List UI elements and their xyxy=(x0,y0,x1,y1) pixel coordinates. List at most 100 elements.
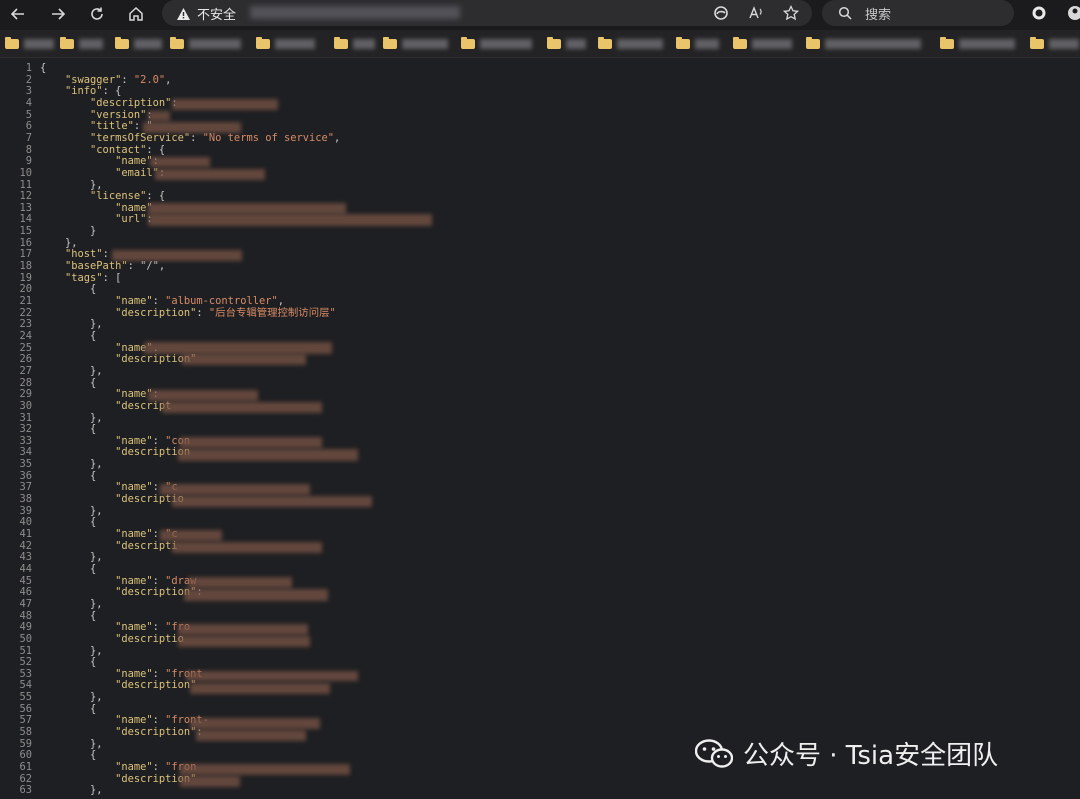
json-punct: { xyxy=(40,62,47,74)
bookmark-folder[interactable] xyxy=(676,37,719,51)
json-punct: { xyxy=(40,749,97,762)
bookmark-folder[interactable] xyxy=(5,37,54,51)
bookmark-folder[interactable] xyxy=(115,37,162,51)
bookmark-folder[interactable] xyxy=(383,37,448,51)
code-line: }, xyxy=(40,784,103,797)
profile-icon[interactable] xyxy=(1066,4,1080,22)
json-punct: : { xyxy=(102,85,122,98)
bookmarks-bar xyxy=(0,30,1080,58)
reload-icon[interactable] xyxy=(85,3,109,25)
json-string: "album-controller" xyxy=(165,295,278,307)
json-key: "name" xyxy=(40,574,153,587)
json-punct: }, xyxy=(40,784,103,797)
json-key: "name" xyxy=(40,761,153,773)
search-icon xyxy=(836,4,854,22)
json-punct: { xyxy=(40,283,97,296)
json-punct: : xyxy=(152,621,166,634)
json-punct: { xyxy=(40,469,97,482)
edge-icon[interactable] xyxy=(712,4,730,22)
json-key: "name" xyxy=(40,528,153,540)
json-key: "name" xyxy=(40,388,153,401)
json-punct: : xyxy=(152,761,166,773)
json-key: "description" xyxy=(40,772,197,785)
json-punct: : { xyxy=(146,190,166,203)
back-icon[interactable] xyxy=(6,3,30,25)
json-key: "name" xyxy=(40,341,153,354)
folder-icon xyxy=(5,37,19,49)
bookmark-folder[interactable] xyxy=(256,37,315,51)
home-icon[interactable] xyxy=(124,3,148,25)
watermark: 公众号 · Tsia安全团队 xyxy=(694,735,999,772)
folder-icon xyxy=(115,37,129,49)
json-punct: { xyxy=(40,562,97,575)
line-number: 1 xyxy=(25,62,32,74)
bookmark-folder[interactable] xyxy=(334,37,375,51)
line-number: 24 xyxy=(19,329,32,342)
line-number: 18 xyxy=(19,260,32,273)
json-key: "description" xyxy=(40,306,197,319)
folder-icon xyxy=(598,37,612,49)
json-punct: : { xyxy=(146,143,166,156)
json-punct: : xyxy=(152,714,166,727)
json-key: "descript xyxy=(40,399,172,412)
line-number: 10 xyxy=(19,166,32,179)
line-number: 38 xyxy=(19,493,32,506)
json-punct: { xyxy=(40,329,97,342)
folder-icon xyxy=(334,37,348,49)
json-punct: { xyxy=(40,656,97,669)
json-key: "name" xyxy=(40,155,153,168)
warning-icon xyxy=(176,6,191,25)
json-punct: } xyxy=(40,225,97,238)
extension-icon[interactable] xyxy=(1030,4,1048,22)
bookmark-folder[interactable] xyxy=(170,37,241,51)
read-aloud-icon[interactable] xyxy=(748,4,766,22)
json-key: "descripti xyxy=(40,539,178,552)
json-key: "url" xyxy=(40,213,147,226)
json-punct: : [ xyxy=(102,271,122,284)
bookmark-folder[interactable] xyxy=(733,37,792,51)
line-number: 15 xyxy=(19,225,32,238)
insecure-label: 不安全 xyxy=(197,8,237,23)
json-key: "description" xyxy=(40,679,197,692)
bookmark-folder[interactable] xyxy=(598,37,663,51)
line-number: 35 xyxy=(19,458,32,471)
json-key: "name" xyxy=(40,295,153,307)
json-key: "name" xyxy=(40,434,153,447)
bookmark-folder[interactable] xyxy=(461,37,532,51)
json-punct: }, xyxy=(40,691,103,704)
folder-icon xyxy=(676,37,690,49)
json-key: "name" xyxy=(40,201,153,214)
json-punct: : xyxy=(190,131,203,144)
folder-icon xyxy=(547,37,561,49)
forward-icon[interactable] xyxy=(46,3,70,25)
bookmark-folder[interactable] xyxy=(60,37,103,51)
line-number: 21 xyxy=(19,295,32,307)
url-text-redacted xyxy=(250,6,460,19)
json-key: "termsOfService" xyxy=(40,131,191,144)
json-punct: }, xyxy=(40,551,103,564)
json-punct: }, xyxy=(40,364,103,377)
bookmark-folder[interactable] xyxy=(806,37,921,51)
favorite-star-icon[interactable] xyxy=(782,4,800,22)
json-punct: }, xyxy=(40,178,103,191)
json-key: "name" xyxy=(40,714,153,727)
json-punct: { xyxy=(40,376,97,389)
json-key: "descriptio xyxy=(40,632,184,645)
line-number: 7 xyxy=(25,131,32,144)
watermark-text: 公众号 · Tsia安全团队 xyxy=(743,741,999,771)
json-string: "后台专辑管理控制访问层" xyxy=(208,306,336,319)
bookmark-folder[interactable] xyxy=(1030,37,1079,51)
json-key: "host" xyxy=(40,248,103,261)
bookmark-folder[interactable] xyxy=(547,37,586,51)
line-number: 30 xyxy=(19,399,32,412)
line-number: 50 xyxy=(19,632,32,645)
json-key: "basePath" xyxy=(40,260,128,273)
line-number: 4 xyxy=(25,96,32,109)
json-punct: { xyxy=(40,609,97,622)
json-key: "description" xyxy=(40,353,197,366)
json-key: "tags" xyxy=(40,271,103,284)
bookmark-folder[interactable] xyxy=(940,37,1015,51)
json-punct: : xyxy=(152,295,166,307)
json-punct: }, xyxy=(40,737,103,750)
json-punct: : xyxy=(196,306,209,319)
